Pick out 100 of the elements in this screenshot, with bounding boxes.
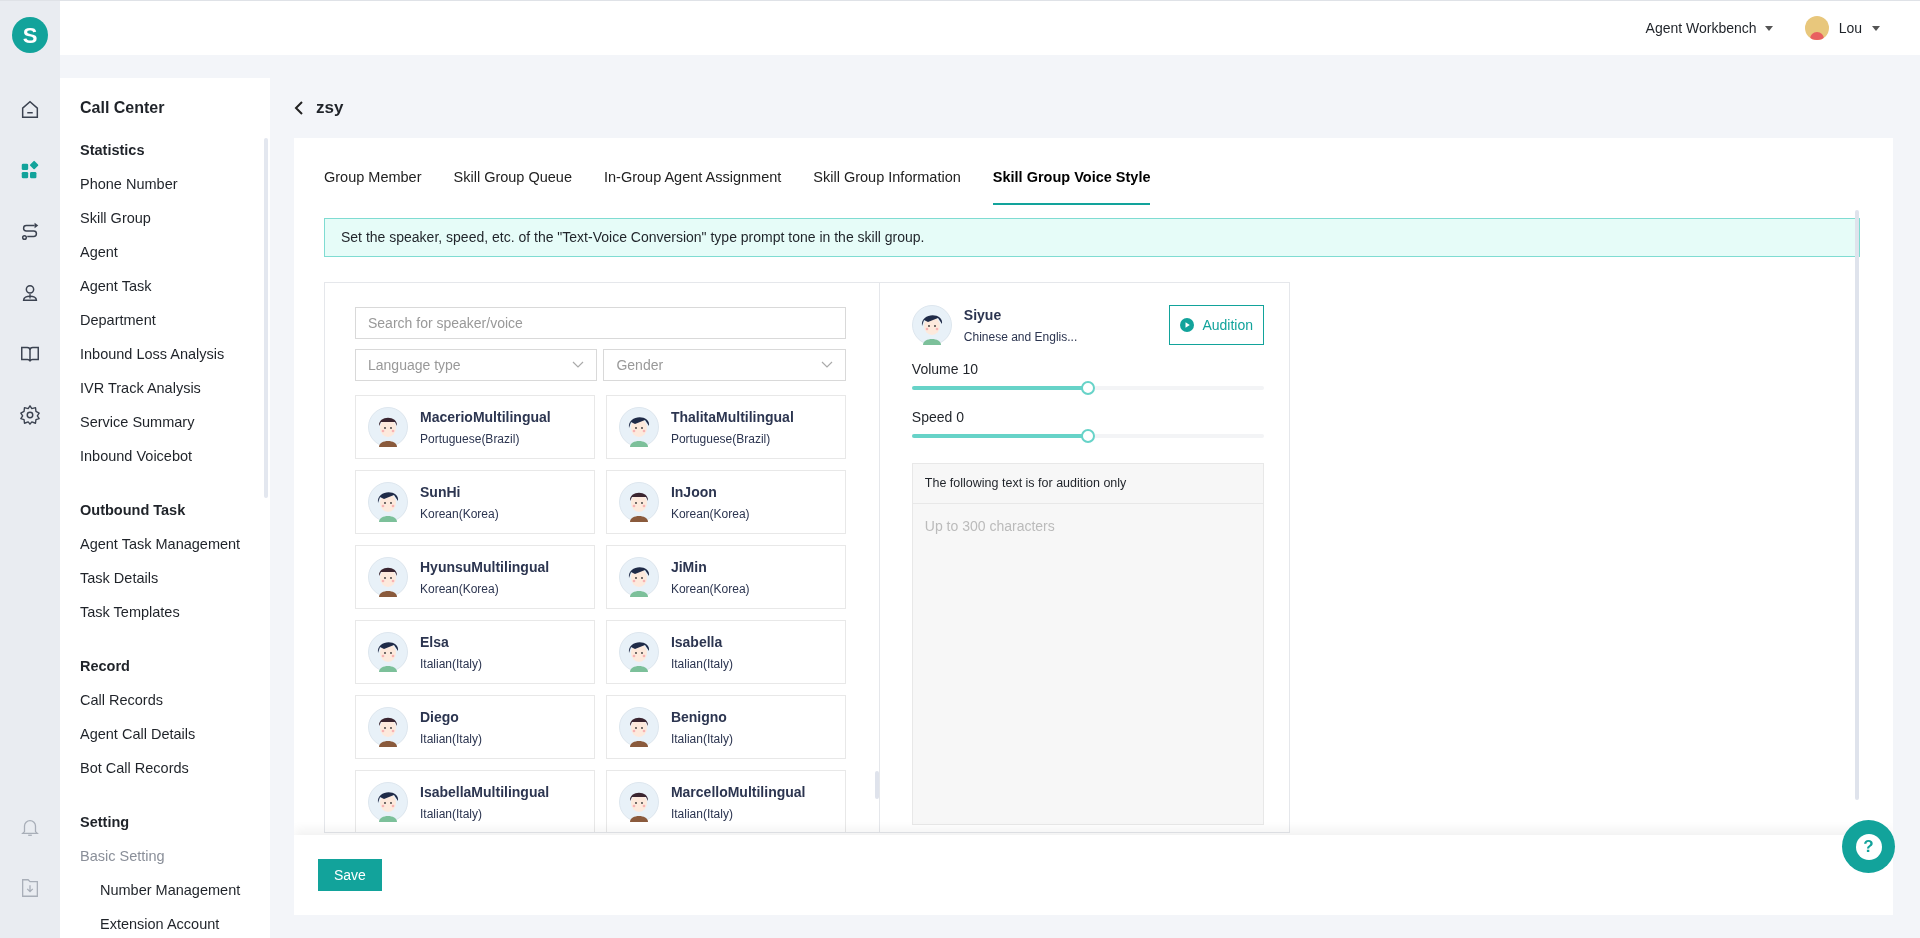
voice-card[interactable]: SunHi Korean(Korea) — [355, 470, 595, 534]
voice-name: Isabella — [670, 632, 724, 652]
voice-language: Korean(Korea) — [420, 505, 499, 523]
user-name[interactable]: Lou — [1838, 17, 1862, 39]
voice-language: Portuguese(Brazil) — [420, 430, 521, 448]
scrollbar[interactable] — [1855, 210, 1859, 800]
tab[interactable]: Skill Group Voice Style — [992, 167, 1151, 205]
voice-language: Italian(Italy) — [670, 805, 734, 823]
text-placeholder: Up to 300 characters — [923, 517, 1056, 536]
section-heading: Setting — [80, 813, 131, 833]
tab[interactable]: In-Group Agent Assignment — [604, 167, 782, 205]
sidebar-item[interactable]: Task Templates — [80, 596, 270, 630]
sidebar-item[interactable]: Department — [80, 304, 270, 338]
avatar-icon — [368, 632, 408, 672]
sidebar-item[interactable]: Inbound Voicebot — [80, 440, 270, 474]
voice-language: Italian(Italy) — [420, 655, 483, 673]
voice-name: JiMin — [670, 557, 708, 577]
slider[interactable] — [911, 429, 1264, 443]
avatar-icon — [618, 407, 659, 447]
sidebar-item[interactable]: Inbound Loss Analysis — [80, 338, 270, 372]
voice-card[interactable]: MacerioMultilingual Portuguese(Brazil) — [355, 395, 595, 459]
user-avatar[interactable] — [1804, 16, 1829, 40]
scrollbar[interactable] — [874, 771, 879, 799]
logo: S — [12, 17, 48, 53]
voice-language: Italian(Italy) — [420, 805, 484, 823]
voice-name: SunHi — [420, 482, 462, 502]
voice-card[interactable]: JiMin Korean(Korea) — [605, 545, 846, 609]
text-area-header: The following text is for audition only — [912, 464, 1263, 504]
voice-card[interactable]: MarcelloMultilingual Italian(Italy) — [605, 770, 846, 832]
voice-card[interactable]: HyunsuMultilingual Korean(Korea) — [355, 545, 595, 609]
voice-language: Korean(Korea) — [420, 580, 500, 598]
avatar-icon — [618, 707, 659, 747]
section-heading: Statistics — [80, 141, 146, 161]
sidebar-item[interactable]: Agent Call Details — [80, 718, 270, 752]
voice-card[interactable]: ThalitaMultilingual Portuguese(Brazil) — [605, 395, 846, 459]
voice-name: InJoon — [670, 482, 718, 502]
info-banner: Set the speaker, speed, etc. of the "Text-Voice Conversion" type prompt tone in the skill group. — [324, 218, 1860, 257]
home-icon[interactable] — [19, 98, 41, 121]
caret-icon[interactable] — [1872, 25, 1880, 31]
back-icon[interactable] — [294, 100, 304, 116]
sidebar-item[interactable]: Bot Call Records — [80, 752, 270, 786]
voice-name: Siyue — [963, 305, 1003, 325]
voice-card[interactable]: Benigno Italian(Italy) — [605, 695, 846, 759]
voice-language: Chinese and Englis... — [963, 328, 1078, 346]
caret-icon[interactable] — [1764, 25, 1773, 31]
sidebar-item[interactable]: Call Records — [80, 684, 270, 718]
voice-name: Elsa — [420, 632, 450, 652]
avatar-icon — [911, 305, 952, 345]
chevron-icon — [572, 361, 585, 369]
section-heading: Outbound Task — [80, 501, 187, 521]
chevron-icon — [820, 361, 833, 369]
sidebar-item[interactable]: Number Management — [80, 874, 270, 908]
voice-language: Italian(Italy) — [670, 730, 733, 748]
avatar-icon — [618, 557, 659, 597]
voice-language: Italian(Italy) — [670, 655, 733, 673]
sidebar-item[interactable]: Agent — [80, 236, 270, 270]
avatar-icon — [368, 557, 408, 597]
voice-language: Korean(Korea) — [670, 505, 750, 523]
voice-card[interactable]: Elsa Italian(Italy) — [355, 620, 595, 684]
sidebar-item[interactable]: Task Details — [80, 562, 270, 596]
sidebar-item[interactable]: Agent Task Management — [80, 528, 270, 562]
avatar-icon — [368, 407, 408, 447]
voice-name: ThalitaMultilingual — [670, 407, 794, 427]
avatar-icon — [368, 782, 408, 822]
voice-language: Portuguese(Brazil) — [670, 430, 772, 448]
avatar-icon — [618, 632, 659, 672]
sidebar-item[interactable]: Skill Group — [80, 202, 270, 236]
voice-card[interactable]: InJoon Korean(Korea) — [605, 470, 846, 534]
avatar-icon — [618, 782, 659, 822]
voice-name: Diego — [420, 707, 460, 727]
tab[interactable]: Skill Group Queue — [453, 167, 572, 205]
avatar-icon — [368, 707, 408, 747]
sidebar-item[interactable]: Extension Account — [80, 908, 270, 938]
tab[interactable]: Skill Group Information — [813, 167, 961, 205]
sidebar-item[interactable]: IVR Track Analysis — [80, 372, 270, 406]
download-icon[interactable] — [19, 876, 41, 899]
slider[interactable] — [911, 381, 1264, 395]
page-title: zsy — [316, 97, 344, 120]
avatar-icon — [618, 482, 659, 522]
avatar-icon — [368, 482, 408, 522]
tab[interactable]: Group Member — [324, 167, 422, 205]
sidebar-item[interactable]: Phone Number — [80, 168, 270, 202]
voice-name: MarcelloMultilingual — [670, 782, 806, 802]
play-icon — [1180, 318, 1195, 332]
voice-card[interactable]: IsabellaMultilingual Italian(Italy) — [355, 770, 595, 832]
slider-label: Volume 10 — [911, 360, 979, 379]
slider-label: Speed 0 — [911, 408, 965, 427]
settings-icon[interactable] — [19, 403, 41, 426]
voice-card[interactable]: Diego Italian(Italy) — [355, 695, 595, 759]
section-heading: Record — [80, 657, 131, 677]
sidebar-title: Call Center — [80, 98, 166, 116]
voice-language: Italian(Italy) — [420, 730, 483, 748]
voice-name: HyunsuMultilingual — [420, 557, 550, 577]
workbench-menu[interactable]: Agent Workbench — [1645, 17, 1757, 39]
voice-language: Korean(Korea) — [670, 580, 750, 598]
sidebar-item[interactable]: Service Summary — [80, 406, 270, 440]
voice-card[interactable]: Isabella Italian(Italy) — [605, 620, 846, 684]
audition-text-area[interactable]: The following text is for audition only Up to 300 characters — [911, 463, 1264, 825]
sidebar-item[interactable]: Agent Task — [80, 270, 270, 304]
voice-name: Benigno — [670, 707, 728, 727]
